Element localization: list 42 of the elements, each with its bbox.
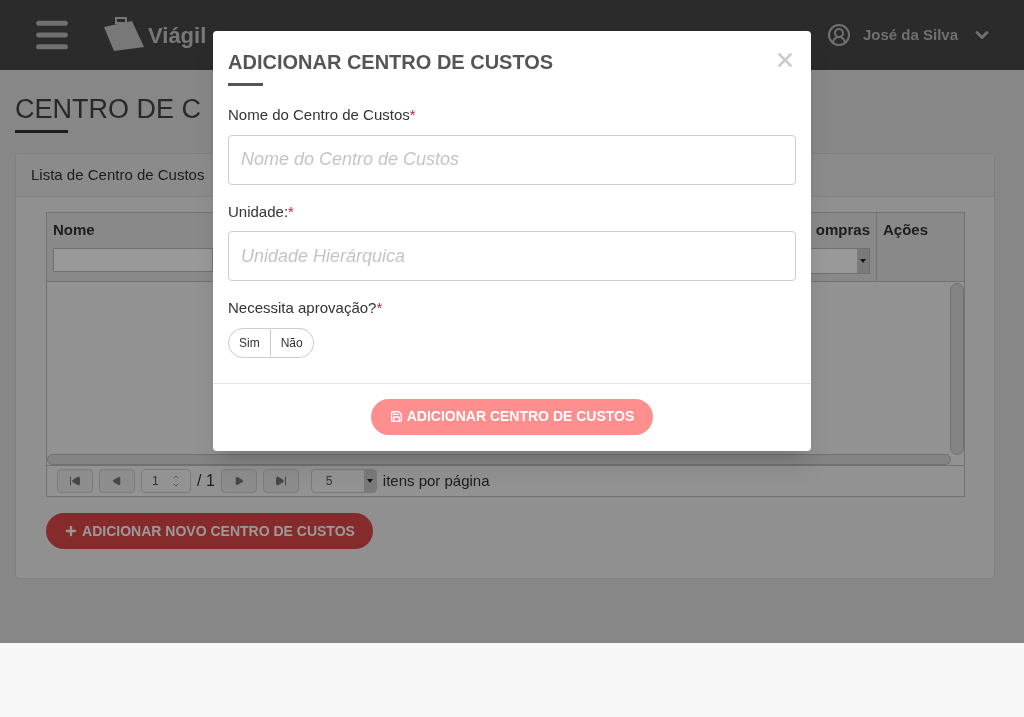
column-header: ompras — [815, 220, 870, 240]
user-name[interactable]: José da Silva — [862, 23, 958, 47]
caret-icon — [366, 479, 373, 483]
field-label: Nome do Centro de Custos* — [228, 105, 417, 125]
filter-dropdown[interactable] — [810, 247, 870, 274]
suitcase-logo-icon — [102, 17, 146, 53]
triangle-right-icon — [233, 476, 244, 486]
per-page-label: itens por página — [382, 470, 490, 491]
panel-title: Lista de Centro de Custos — [31, 164, 205, 185]
next-page-button[interactable] — [220, 469, 257, 493]
add-new-button[interactable]: ADICIONAR NOVO CENTRO DE CUSTOS — [46, 513, 373, 549]
plus-icon — [64, 524, 79, 538]
save-icon — [389, 410, 403, 423]
page-title: CENTRO DE C — [15, 93, 201, 126]
text-field[interactable]: Nome do Centro de Custos — [228, 134, 796, 185]
dropdown-button[interactable] — [857, 248, 869, 273]
column-header: Nome — [53, 220, 96, 240]
skip-end-icon — [274, 475, 287, 487]
triangle-left-icon — [112, 476, 122, 486]
filter-field[interactable] — [53, 247, 213, 272]
logo-text: Viágil — [148, 21, 207, 50]
spinner-down-icon[interactable] — [172, 481, 180, 489]
vertical-scrollbar[interactable] — [950, 283, 964, 455]
first-page-button[interactable] — [57, 469, 93, 493]
text-field[interactable]: Unidade Hierárquica — [228, 231, 796, 281]
page-size-dropdown[interactable]: 5 — [310, 469, 377, 493]
column-header: Ações — [883, 220, 930, 240]
modal-title: ADICIONAR CENTRO DE CUSTOS — [228, 50, 554, 75]
field-label: Necessita aprovação?* — [228, 298, 384, 318]
user-avatar-icon — [826, 23, 851, 47]
previous-page-button[interactable] — [99, 469, 135, 493]
caret-icon — [860, 258, 866, 263]
toggle-option[interactable]: Sim — [228, 327, 271, 358]
last-page-button[interactable] — [262, 469, 299, 493]
horizontal-scrollbar[interactable] — [47, 454, 951, 465]
page-number-field[interactable]: 1 — [141, 469, 191, 493]
dropdown-button[interactable] — [363, 470, 376, 492]
toggle-option[interactable]: Não — [270, 327, 314, 358]
page-total: / 1 — [197, 471, 215, 491]
field-label: Unidade:* — [228, 201, 295, 222]
spinner-up-icon[interactable] — [172, 473, 180, 481]
skip-start-icon — [69, 475, 81, 487]
